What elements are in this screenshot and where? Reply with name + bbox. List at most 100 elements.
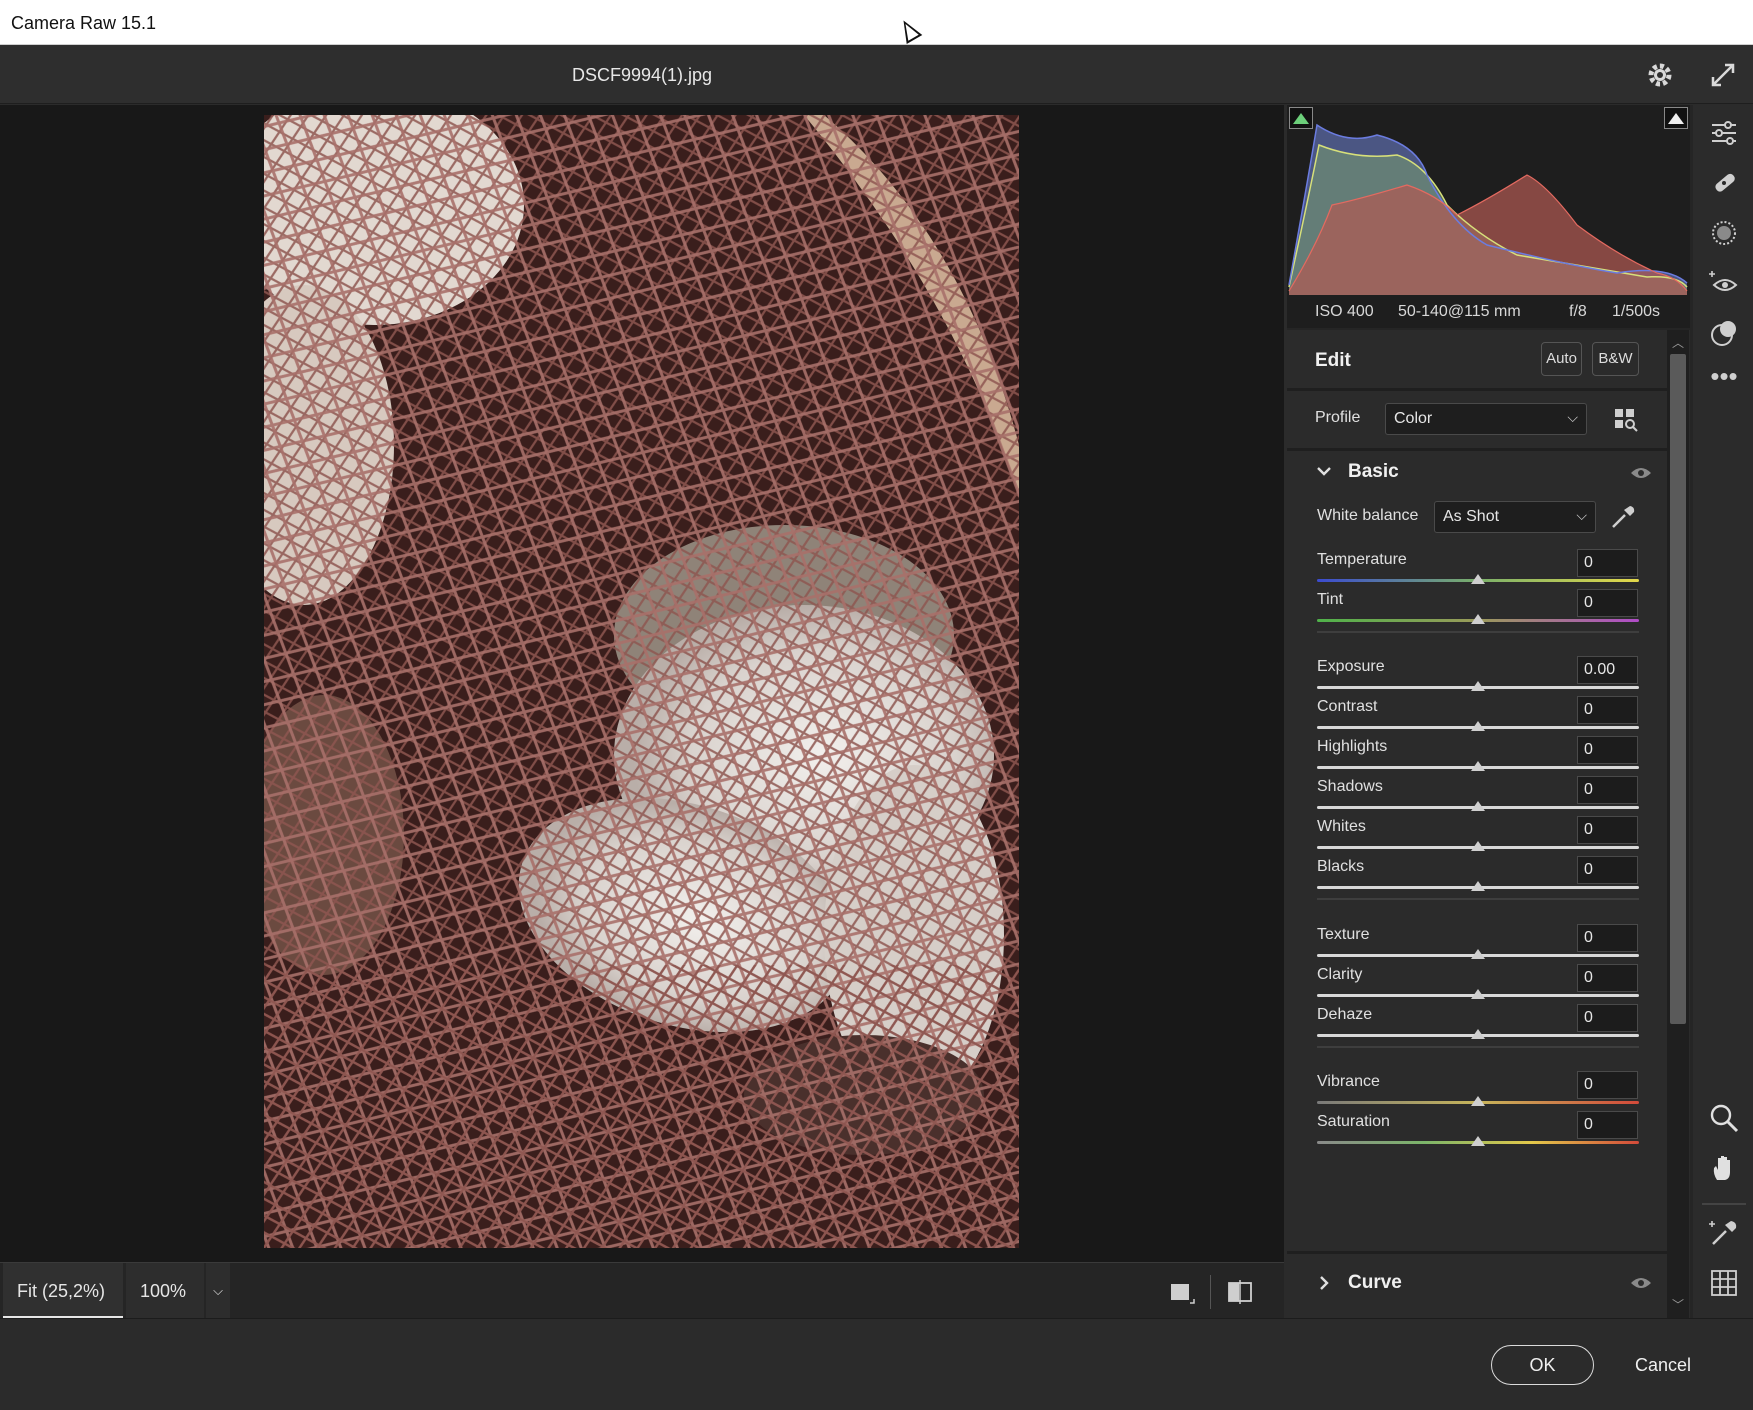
presets-icon[interactable] [1708, 317, 1740, 349]
slider-thumb[interactable] [1471, 761, 1485, 771]
slider-thumb[interactable] [1471, 989, 1485, 999]
profile-value: Color [1394, 410, 1433, 427]
slider-label: Blacks [1317, 858, 1365, 875]
slider-label: Shadows [1317, 778, 1383, 795]
before-after-icon[interactable] [1225, 1277, 1255, 1307]
exif-aperture: f/8 [1569, 303, 1587, 320]
slider-saturation[interactable]: Saturation 0 [1287, 1111, 1667, 1157]
hand-icon[interactable] [1708, 1152, 1740, 1184]
slider-label: Highlights [1317, 738, 1388, 755]
shadow-clipping-icon[interactable] [1289, 107, 1313, 129]
zoom-dropdown-button[interactable]: ⌵ [206, 1263, 230, 1319]
slider-thumb[interactable] [1471, 881, 1485, 891]
image-viewer[interactable] [0, 105, 1284, 1262]
window-title: Camera Raw 15.1 [11, 13, 157, 33]
slider-thumb[interactable] [1471, 841, 1485, 851]
curve-title[interactable]: Curve [1348, 1272, 1402, 1294]
fullscreen-icon[interactable] [1707, 59, 1739, 91]
slider-label: Texture [1317, 926, 1370, 943]
exif-shutter: 1/500s [1612, 303, 1661, 320]
slider-label: Dehaze [1317, 1006, 1373, 1023]
edit-header: Edit Auto B&W [1287, 330, 1667, 388]
slider-value-input[interactable]: 0 [1577, 1071, 1638, 1099]
profile-browser-icon[interactable] [1614, 408, 1638, 432]
chevron-right-icon[interactable] [1315, 1274, 1333, 1297]
tool-strip: ••• [1694, 105, 1753, 1318]
exif-lens: 50-140@115 mm [1398, 303, 1521, 320]
bw-button[interactable]: B&W [1592, 342, 1639, 376]
masking-icon[interactable] [1708, 217, 1740, 249]
slider-value-input[interactable]: 0 [1577, 776, 1638, 804]
file-name: DSCF9994(1).jpg [571, 65, 713, 85]
slider-value-input[interactable]: 0 [1577, 816, 1638, 844]
slider-group-divider [1317, 631, 1639, 633]
slider-label: Tint [1317, 591, 1344, 608]
color-sampler-icon[interactable] [1708, 1217, 1740, 1249]
slider-thumb[interactable] [1471, 1136, 1485, 1146]
highlight-clipping-icon[interactable] [1664, 107, 1688, 129]
slider-value-input[interactable]: 0 [1577, 736, 1638, 764]
slider-thumb[interactable] [1471, 614, 1485, 624]
edit-scroll-area[interactable]: Edit Auto B&W Profile Color ⌵ Basic Whit… [1287, 330, 1690, 1318]
profile-label: Profile [1315, 409, 1361, 426]
chevron-down-icon: ⌵ [1576, 507, 1587, 523]
slider-thumb[interactable] [1471, 801, 1485, 811]
slider-tint[interactable]: Tint 0 [1287, 589, 1667, 635]
white-balance-value: As Shot [1443, 508, 1500, 525]
slider-thumb[interactable] [1471, 1096, 1485, 1106]
photo-preview [264, 115, 1019, 1248]
slider-dehaze[interactable]: Dehaze 0 [1287, 1004, 1667, 1050]
slider-value-input[interactable]: 0 [1577, 856, 1638, 884]
slider-thumb[interactable] [1471, 1029, 1485, 1039]
single-view-icon[interactable] [1166, 1277, 1196, 1307]
slider-blacks[interactable]: Blacks 0 [1287, 856, 1667, 902]
slider-label: Whites [1317, 818, 1366, 835]
slider-value-input[interactable]: 0 [1577, 964, 1638, 992]
slider-thumb[interactable] [1471, 574, 1485, 584]
slider-label: Clarity [1317, 966, 1363, 983]
header-bar: DSCF9994(1).jpg [0, 45, 1753, 104]
white-balance-select[interactable]: As Shot ⌵ [1434, 501, 1596, 533]
red-eye-icon[interactable] [1708, 267, 1740, 299]
zoom-100-button[interactable]: 100% [126, 1263, 204, 1319]
slider-value-input[interactable]: 0 [1577, 924, 1638, 952]
gear-icon[interactable] [1644, 59, 1676, 91]
slider-thumb[interactable] [1471, 721, 1485, 731]
slider-value-input[interactable]: 0 [1577, 696, 1638, 724]
eyedropper-icon[interactable] [1609, 503, 1637, 531]
zoom-toolbar: Fit (25,2%) 100% ⌵ [0, 1262, 1284, 1319]
basic-title[interactable]: Basic [1348, 461, 1399, 483]
auto-button[interactable]: Auto [1541, 342, 1582, 376]
slider-group-divider [1317, 1046, 1639, 1048]
white-balance-label: White balance [1317, 507, 1419, 524]
slider-value-input[interactable]: 0 [1577, 549, 1638, 577]
edit-sliders-icon[interactable] [1708, 117, 1740, 149]
scroll-up-icon[interactable]: ︿ [1672, 334, 1684, 351]
window-title-bar: Camera Raw 15.1 [0, 0, 1753, 45]
scrollbar-thumb[interactable] [1670, 354, 1686, 1024]
tool-separator [1702, 1203, 1746, 1205]
eye-icon[interactable] [1630, 1276, 1652, 1290]
zoom-icon[interactable] [1708, 1102, 1740, 1134]
slider-thumb[interactable] [1471, 681, 1485, 691]
histogram: ISO 400 50-140@115 mm f/8 1/500s [1287, 105, 1690, 328]
slider-value-input[interactable]: 0 [1577, 589, 1638, 617]
cancel-button[interactable]: Cancel [1614, 1345, 1712, 1385]
healing-icon[interactable] [1708, 167, 1740, 199]
grid-icon[interactable] [1708, 1267, 1740, 1299]
zoom-fit-button[interactable]: Fit (25,2%) [3, 1263, 123, 1319]
slider-value-input[interactable]: 0 [1577, 1004, 1638, 1032]
panel-scrollbar[interactable]: ︿ ﹀ [1667, 330, 1689, 1318]
slider-value-input[interactable]: 0.00 [1577, 656, 1638, 684]
chevron-down-icon: ⌵ [1567, 409, 1578, 425]
exif-iso: ISO 400 [1315, 303, 1374, 320]
chevron-down-icon[interactable] [1315, 462, 1333, 485]
scroll-down-icon[interactable]: ﹀ [1672, 1296, 1684, 1313]
slider-value-input[interactable]: 0 [1577, 1111, 1638, 1139]
slider-label: Contrast [1317, 698, 1378, 715]
profile-select[interactable]: Color ⌵ [1385, 403, 1587, 435]
eye-icon[interactable] [1630, 466, 1652, 480]
ok-button[interactable]: OK [1491, 1345, 1594, 1385]
slider-thumb[interactable] [1471, 949, 1485, 959]
more-options-icon[interactable]: ••• [1708, 363, 1740, 399]
